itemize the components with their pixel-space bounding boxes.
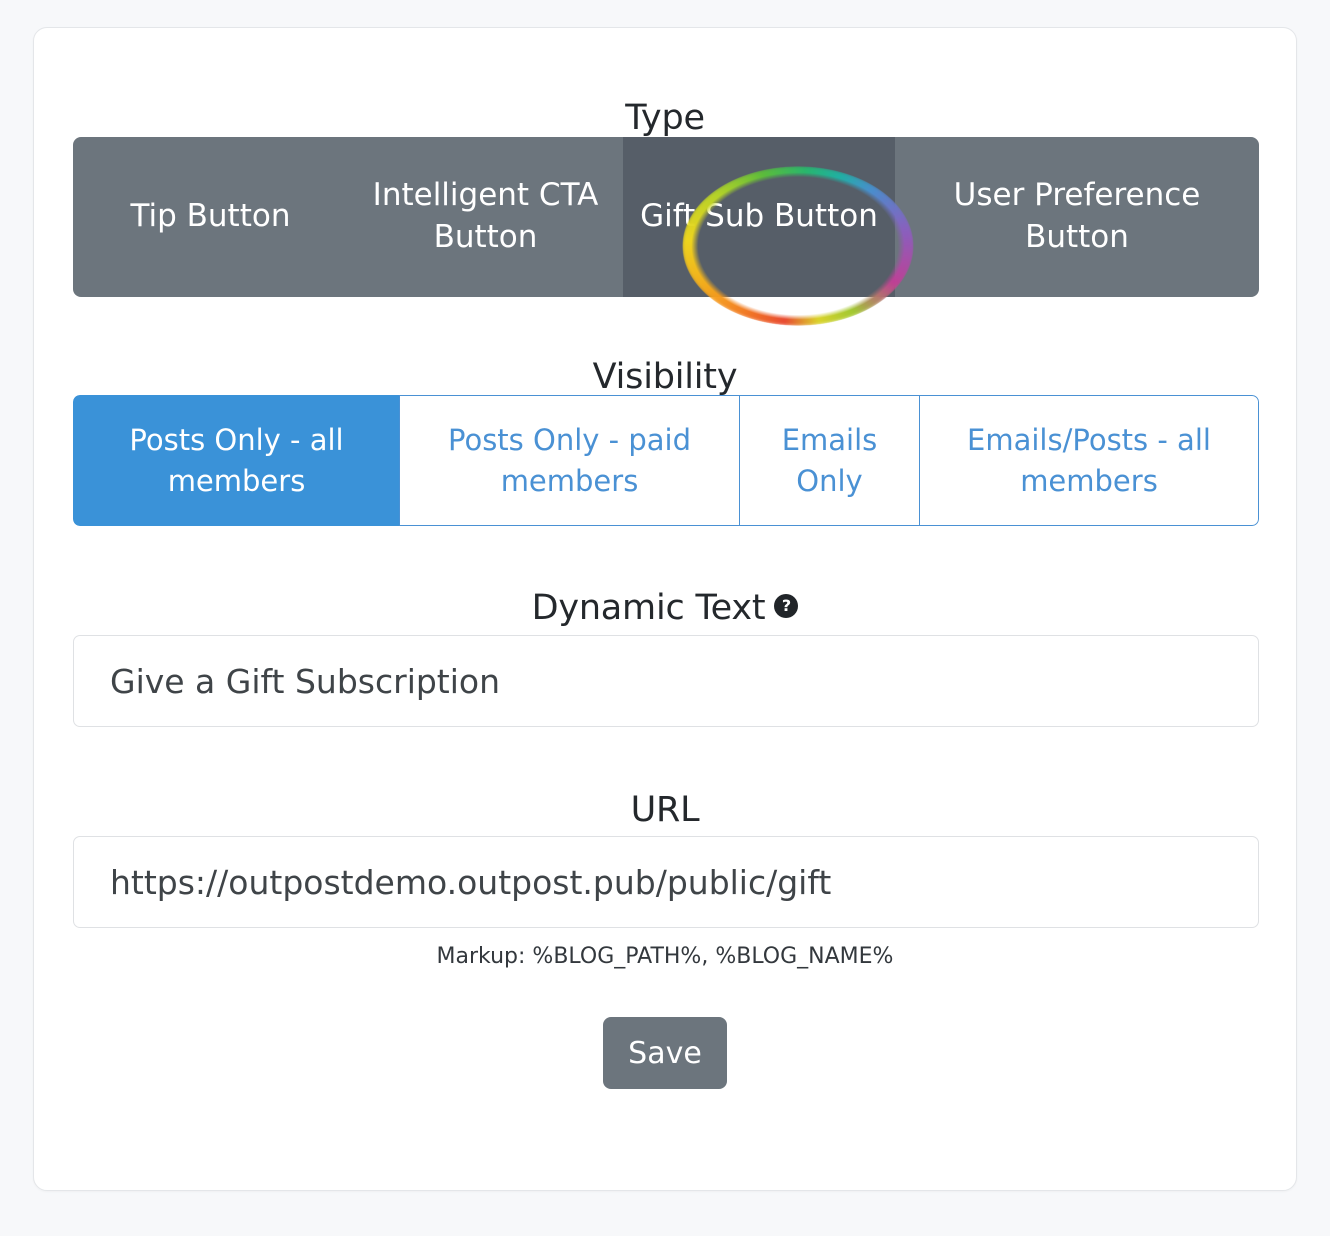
type-option-intelligent-cta-button[interactable]: Intelligent CTA Button <box>348 137 623 297</box>
visibility-option-posts-only-all-members[interactable]: Posts Only - all members <box>73 395 399 526</box>
save-button-row: Save <box>34 1017 1296 1089</box>
type-option-user-preference-button[interactable]: User Preference Button <box>895 137 1259 297</box>
visibility-option-posts-only-paid-members[interactable]: Posts Only - paid members <box>399 395 739 526</box>
visibility-option-emails-posts-all-members[interactable]: Emails/Posts - all members <box>919 395 1259 526</box>
visibility-segmented-control: Posts Only - all members Posts Only - pa… <box>73 395 1259 526</box>
page-root: Type Tip Button Intelligent CTA Button G… <box>0 0 1330 1236</box>
dynamic-text-section-label: Dynamic Text ? <box>34 591 1296 626</box>
dynamic-text-input[interactable] <box>73 635 1259 727</box>
settings-card: Type Tip Button Intelligent CTA Button G… <box>33 27 1297 1191</box>
type-section-label: Type <box>625 98 705 138</box>
type-option-tip-button[interactable]: Tip Button <box>73 137 348 297</box>
type-option-gift-sub-button[interactable]: Gift Sub Button <box>623 137 895 297</box>
visibility-option-emails-only[interactable]: Emails Only <box>739 395 919 526</box>
type-segmented-control: Tip Button Intelligent CTA Button Gift S… <box>73 137 1259 297</box>
question-mark-circle-icon[interactable]: ? <box>774 594 799 618</box>
visibility-section-label: Visibility <box>592 357 738 397</box>
url-input[interactable] <box>73 836 1259 928</box>
url-section-label: URL <box>630 790 700 830</box>
save-button[interactable]: Save <box>603 1017 727 1089</box>
dynamic-text-label-text: Dynamic Text <box>531 588 766 628</box>
markup-hint-text: Markup: %BLOG_PATH%, %BLOG_NAME% <box>436 944 894 969</box>
